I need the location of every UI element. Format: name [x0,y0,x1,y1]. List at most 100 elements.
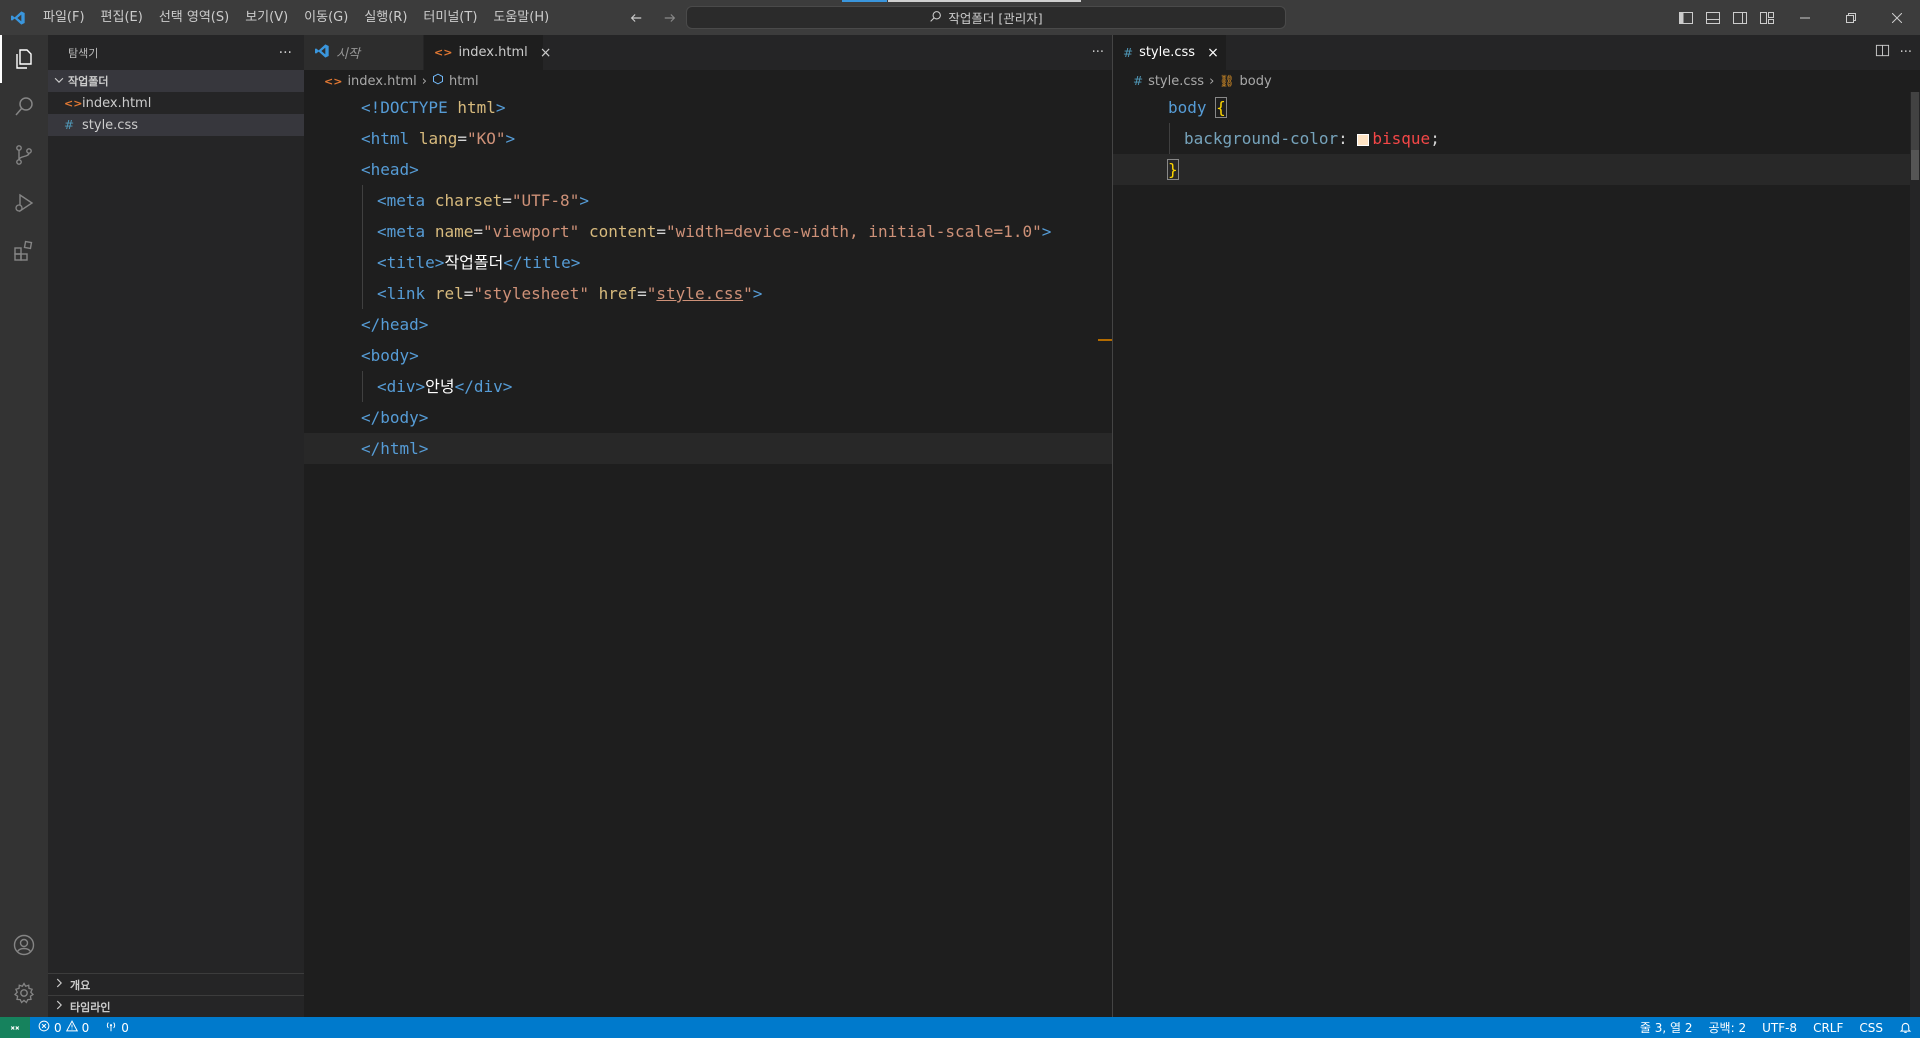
remote-indicator-icon[interactable] [0,1017,30,1038]
title-accent-gray [888,0,1081,2]
back-arrow-icon[interactable] [624,6,648,30]
tab-index-html[interactable]: <> index.html × [424,35,551,70]
left-tab-bar: 시작 <> index.html × ··· [304,35,1112,70]
menu-file[interactable]: 파일(F) [35,0,93,35]
search-icon [929,10,942,26]
chevron-down-icon [52,73,66,90]
activity-bar [0,35,48,1017]
tab-style-css[interactable]: # style.css × [1113,35,1227,70]
file-name: index.html [82,95,152,111]
chevron-right-icon: › [421,73,427,89]
extensions-icon[interactable] [0,227,48,275]
title-accent-blue [842,0,887,2]
code-line: <html lang="KO"> [361,129,516,148]
file-name: style.css [82,117,138,133]
settings-gear-icon[interactable] [0,969,48,1017]
explorer-sidebar: 탐색기 ··· 작업폴더 <> index.html # style.css 개… [48,35,304,1017]
html-file-icon: <> [324,74,343,88]
broadcast-icon [105,1020,117,1035]
close-tab-icon[interactable]: × [1207,45,1219,61]
left-editor-actions: ··· [1092,35,1104,70]
symbol-selector-icon: ⛓ [1219,74,1235,88]
workspace-folder-header[interactable]: 작업폴더 [48,70,304,92]
code-line: <body> [361,346,419,365]
breadcrumb-file[interactable]: index.html [347,74,416,89]
minimize-icon[interactable] [1782,0,1828,35]
css-code-editor[interactable]: body { background-color: bisque; } [1113,92,1920,185]
ports-indicator[interactable]: 0 [97,1020,137,1035]
code-line: </head> [361,315,429,334]
color-swatch[interactable] [1357,133,1370,146]
cursor-position[interactable]: 줄 3, 열 2 [1632,1019,1701,1036]
split-editor-icon[interactable] [1875,43,1890,62]
source-control-icon[interactable] [0,131,48,179]
problems-indicator[interactable]: 0 0 [30,1020,97,1035]
breadcrumb-file[interactable]: style.css [1148,74,1204,89]
symbol-element-icon [432,73,444,89]
accounts-icon[interactable] [0,921,48,969]
code-line: <div>안녕</div> [304,371,1112,402]
toggle-primary-sidebar-icon[interactable] [1676,8,1695,27]
forward-arrow-icon[interactable] [658,6,682,30]
vertical-scrollbar-thumb[interactable] [1911,92,1919,158]
notifications-bell-icon[interactable] [1891,1021,1920,1034]
breadcrumb-symbol[interactable]: body [1240,74,1272,89]
breadcrumb-symbol[interactable]: html [449,74,479,89]
menu-terminal[interactable]: 터미널(T) [415,0,485,35]
more-actions-icon[interactable]: ··· [279,45,292,61]
encoding[interactable]: UTF-8 [1754,1021,1805,1035]
tab-label: 시작 [336,47,360,62]
code-line: <head> [361,160,419,179]
timeline-label: 타임라인 [70,1000,111,1014]
close-window-icon[interactable] [1874,0,1920,35]
menu-edit[interactable]: 편집(E) [93,0,151,35]
toggle-panel-icon[interactable] [1703,8,1722,27]
code-line-current: } [1113,154,1920,185]
outline-section[interactable]: 개요 [48,973,304,995]
file-item-index-html[interactable]: <> index.html [48,92,304,114]
timeline-section[interactable]: 타임라인 [48,995,304,1017]
menu-view[interactable]: 보기(V) [237,0,296,35]
vscode-logo-icon [0,0,35,35]
code-line: background-color: bisque; [1113,123,1920,154]
menu-selection[interactable]: 선택 영역(S) [151,0,237,35]
close-tab-icon[interactable]: × [540,45,552,61]
more-actions-icon[interactable]: ··· [1092,45,1104,60]
end-of-line[interactable]: CRLF [1805,1021,1851,1035]
chevron-right-icon [52,976,66,993]
toggle-secondary-sidebar-icon[interactable] [1730,8,1749,27]
sidebar-title: 탐색기 [68,46,99,60]
activity-bar-bottom [0,921,48,1017]
code-line: <link rel="stylesheet" href="style.css"> [304,278,1112,309]
html-code-editor[interactable]: <!DOCTYPE html> <html lang="KO"> <head> … [304,92,1112,464]
vertical-scrollbar-track [1910,92,1920,1017]
warning-icon [65,1020,78,1035]
menu-help[interactable]: 도움말(H) [485,0,557,35]
code-line: <title>작업폴더</title> [304,247,1112,278]
error-count: 0 [54,1020,62,1035]
warning-count: 0 [81,1020,90,1035]
chevron-right-icon: › [1209,73,1215,89]
layout-controls [1676,0,1776,35]
command-center-search[interactable]: 작업폴더 [관리자] [686,6,1286,29]
indentation[interactable]: 공백: 2 [1701,1019,1755,1036]
tab-welcome[interactable]: 시작 [304,35,424,70]
code-line: <!DOCTYPE html> [361,98,506,117]
more-actions-icon[interactable]: ··· [1900,45,1912,60]
search-icon[interactable] [0,83,48,131]
tab-label: style.css [1139,45,1196,60]
restore-icon[interactable] [1828,0,1874,35]
title-bar: 파일(F) 편집(E) 선택 영역(S) 보기(V) 이동(G) 실행(R) 터… [0,0,1920,35]
css-file-icon: # [1123,45,1134,60]
right-editor-actions: ··· [1875,35,1912,70]
language-mode[interactable]: CSS [1851,1021,1891,1035]
explorer-icon[interactable] [0,35,48,83]
run-debug-icon[interactable] [0,179,48,227]
menu-run[interactable]: 실행(R) [356,0,415,35]
vscode-logo-icon [314,43,330,63]
customize-layout-icon[interactable] [1757,8,1776,27]
tab-label: index.html [458,45,528,60]
html-file-icon: <> [64,96,83,110]
menu-go[interactable]: 이동(G) [296,0,356,35]
file-item-style-css[interactable]: # style.css [48,114,304,136]
